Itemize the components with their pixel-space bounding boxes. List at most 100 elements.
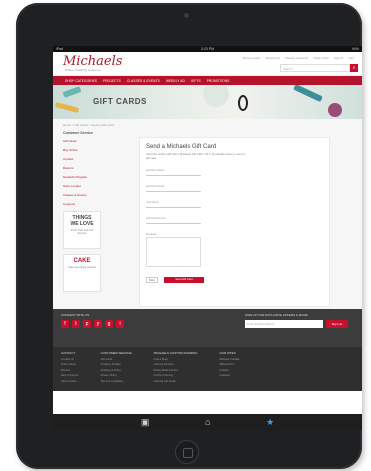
footer-link[interactable]: Order Status — [61, 363, 79, 366]
promo-title: WE LOVE — [70, 221, 94, 227]
footer-link[interactable]: Privacy Policy — [101, 374, 132, 377]
footer-link[interactable]: Ready-Made Frames — [154, 369, 198, 372]
promo-subtitle: Cake decorating supplies — [67, 266, 97, 269]
recipient-email-input[interactable] — [146, 188, 201, 193]
message-field: Message — [146, 233, 323, 268]
nav-item[interactable]: Promotions — [207, 79, 230, 83]
footer-link[interactable]: Framing Services — [154, 363, 198, 366]
footer-link[interactable]: Investors — [219, 374, 239, 377]
footer-link[interactable]: Frame Shop — [154, 358, 198, 361]
amount-input[interactable] — [146, 220, 201, 225]
back-button[interactable]: Back — [146, 277, 158, 284]
nav-item[interactable]: Shop Categories — [65, 79, 97, 83]
recipient-name-field: Recipient Name — [146, 169, 323, 177]
main-nav: Shop Categories Projects Classes & Event… — [53, 76, 362, 85]
social-links: f t p y g i — [61, 320, 124, 328]
home-button[interactable] — [175, 440, 199, 464]
promo-title: CAKE — [73, 258, 91, 264]
promo-subtitle: Fresh finds and new favorites — [70, 229, 94, 235]
newsletter-email-input[interactable]: Enter Email Address — [245, 320, 323, 328]
sidebar-item[interactable]: Gift Cards — [63, 139, 105, 143]
search-icon[interactable]: ⌕ — [350, 64, 358, 72]
favorites-star-icon[interactable]: ★ — [266, 417, 274, 428]
newsletter-signup-button[interactable]: Sign Up — [326, 320, 348, 328]
sender-name-input[interactable] — [146, 204, 201, 209]
form-actions: Back Send Gift Card — [146, 277, 323, 284]
site-header: Michaels Where Creativity Happens Store … — [53, 52, 362, 76]
footer-link[interactable]: Custom Framing — [154, 374, 198, 377]
nav-item[interactable]: Weekly Ad — [166, 79, 185, 83]
sidebar-item[interactable]: Contact — [63, 157, 105, 161]
footer-link[interactable]: Coupons & Sales — [101, 363, 132, 366]
ios-tab-bar: ▣ ⌂ ★ — [53, 414, 362, 430]
sidebar-item[interactable]: Rewards Program — [63, 175, 105, 179]
top-link[interactable]: Classes & Events — [285, 56, 309, 60]
nav-item[interactable]: Classes & Events — [127, 79, 160, 83]
footer-link[interactable]: Terms & Conditions — [101, 380, 132, 383]
gift-card-form: Send a Michaels Gift Card Send the perfe… — [139, 137, 330, 307]
things-we-love-promo[interactable]: THINGS WE LOVE Fresh finds and new favor… — [63, 211, 101, 249]
pinterest-icon[interactable]: p — [83, 320, 91, 328]
footer-column-heading: Contact — [61, 351, 76, 355]
footer-column: Customer Service Gift Cards Coupons & Sa… — [101, 351, 132, 387]
top-link[interactable]: Cart — [348, 56, 354, 60]
form-title: Send a Michaels Gift Card — [146, 144, 217, 150]
footer-link[interactable]: Framing Gift Cards — [154, 380, 198, 383]
banner-decoration — [203, 85, 229, 107]
field-label: Message — [146, 233, 157, 237]
sidebar-item[interactable]: Returns — [63, 166, 105, 170]
sidebar: Customer Service Gift Cards Buy Online C… — [63, 131, 105, 292]
footer-link[interactable]: Gift Cards — [101, 358, 132, 361]
newsletter-label: Sign Up For Exclusive Offers & More — [245, 313, 308, 317]
sender-name-field: Your Name — [146, 201, 323, 209]
nav-item[interactable]: Projects — [103, 79, 121, 83]
footer-link[interactable]: Returns — [61, 369, 79, 372]
twitter-icon[interactable]: t — [72, 320, 80, 328]
send-gift-card-button[interactable]: Send Gift Card — [164, 277, 204, 284]
footer-link[interactable]: Shipping & Policy — [101, 369, 132, 372]
youtube-icon[interactable]: y — [94, 320, 102, 328]
banner-decoration — [238, 95, 248, 111]
search-input[interactable]: Search — [280, 64, 350, 72]
footer-column-heading: Our Sites — [219, 351, 236, 355]
footer-column-heading: Customer Service — [100, 351, 132, 355]
ipad-screen: iPad 3:23 PM 94% Michaels Where Creativi… — [53, 46, 362, 430]
google-plus-icon[interactable]: g — [105, 320, 113, 328]
footer-link[interactable]: Michaels Canada — [219, 358, 239, 361]
footer-link[interactable]: Contact Us — [61, 358, 79, 361]
footer-link[interactable]: Careers — [219, 369, 239, 372]
home-icon[interactable]: ⌂ — [205, 417, 210, 427]
nav-item[interactable]: Gifts — [191, 79, 201, 83]
footer-link[interactable]: Store Locator — [61, 380, 79, 383]
message-textarea[interactable] — [146, 237, 201, 268]
sidebar-item[interactable]: Classes & Events — [63, 193, 105, 197]
amount-field: Gift Card Amount — [146, 217, 323, 225]
top-link[interactable]: Sign In — [334, 56, 343, 60]
top-link[interactable]: Weekly Ad — [265, 56, 279, 60]
top-link[interactable]: Track Order — [313, 56, 329, 60]
form-description: Send the perfect gift with a Michaels Gi… — [146, 152, 245, 160]
footer-link[interactable]: Michaels Pro — [219, 363, 239, 366]
connect-label: Connect With Us — [61, 313, 90, 317]
footer-top: Connect With Us f t p y g i Sign Up For … — [53, 309, 362, 347]
top-links: Store Locator Weekly Ad Classes & Events… — [242, 56, 354, 60]
breadcrumb[interactable]: Home > Gift Cards > Send a Gift Card — [63, 123, 114, 127]
michaels-logo[interactable]: Michaels — [63, 54, 122, 69]
camera-icon[interactable]: ▣ — [141, 417, 150, 428]
top-link[interactable]: Store Locator — [242, 56, 260, 60]
recipient-name-input[interactable] — [146, 172, 201, 177]
cake-promo[interactable]: CAKE Cake decorating supplies — [63, 254, 101, 292]
banner-title: GIFT CARDS — [93, 97, 147, 106]
facebook-icon[interactable]: f — [61, 320, 69, 328]
sidebar-item[interactable]: Buy Online — [63, 148, 105, 152]
sidebar-item[interactable]: Store Locator — [63, 184, 105, 188]
gift-cards-banner: GIFT CARDS — [53, 85, 362, 119]
recipient-email-field: Recipient Email — [146, 185, 323, 193]
footer-column-heading: Michaels Custom Framing — [153, 351, 198, 355]
footer-links: Contact Contact Us Order Status Returns … — [53, 347, 362, 391]
footer-column: Our Sites Michaels Canada Michaels Pro C… — [219, 351, 239, 387]
footer-link[interactable]: Help & Support — [61, 374, 79, 377]
instagram-icon[interactable]: i — [116, 320, 124, 328]
banner-decoration — [293, 85, 323, 103]
sidebar-item[interactable]: Coupons — [63, 202, 105, 206]
